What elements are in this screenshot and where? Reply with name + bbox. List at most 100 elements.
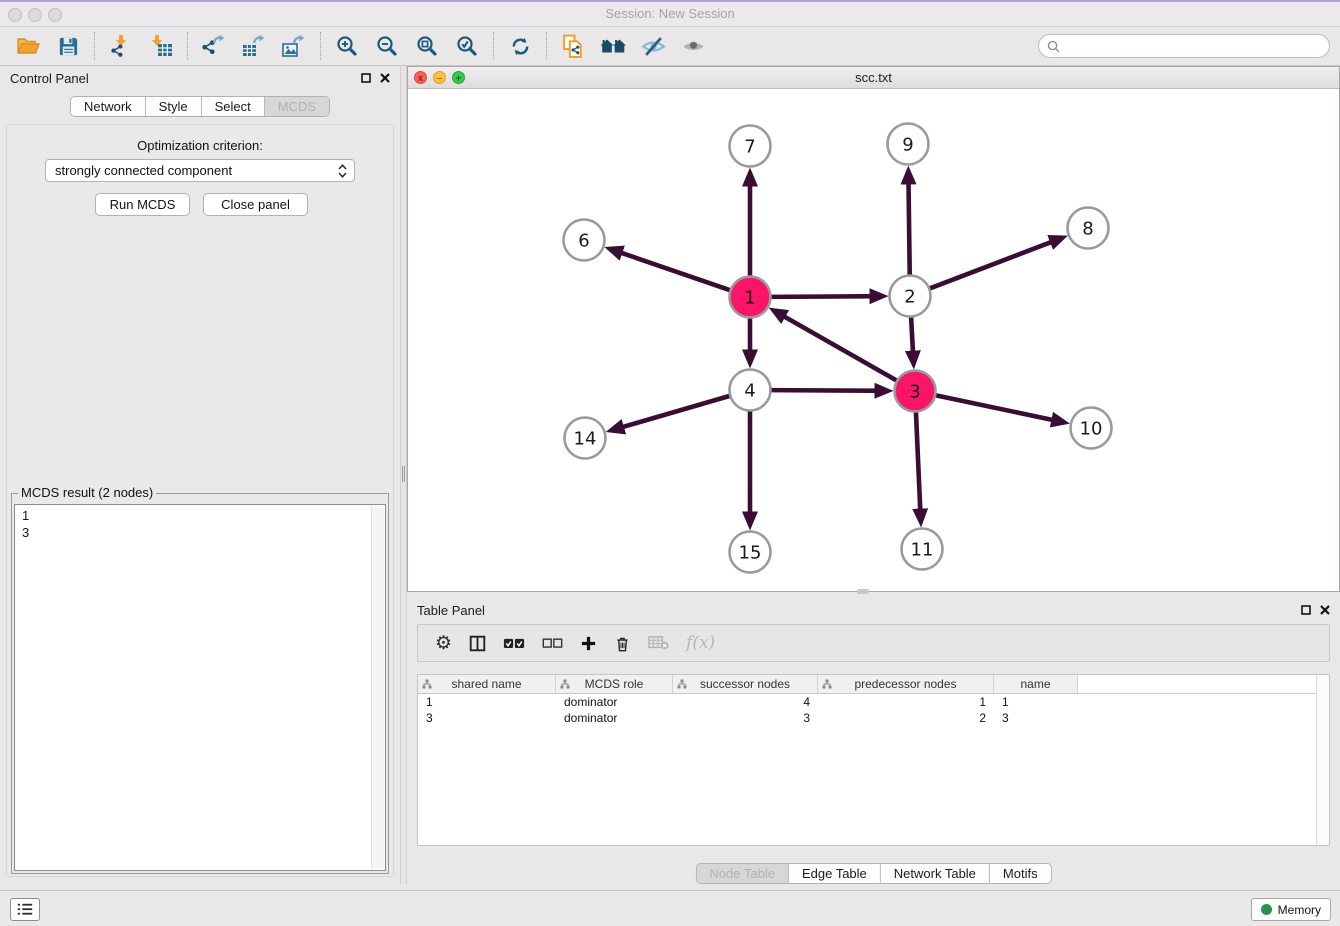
graph-node-4[interactable]: 4 — [730, 370, 771, 411]
optimization-criterion-select[interactable]: strongly connected component — [45, 159, 355, 182]
graph-node-6[interactable]: 6 — [564, 220, 605, 261]
export-image-button[interactable] — [274, 30, 314, 62]
node-table: shared name MCDS role successor nodes pr… — [417, 674, 1330, 846]
graph-edge-2-9[interactable] — [908, 171, 909, 274]
graph-edge-3-10[interactable] — [936, 395, 1064, 422]
table-row[interactable]: 3dominator323 — [418, 710, 1329, 726]
graph-edge-4-3[interactable] — [771, 390, 887, 391]
memory-button[interactable]: Memory — [1251, 898, 1331, 921]
run-mcds-button[interactable]: Run MCDS — [95, 193, 190, 216]
horizontal-splitter-handle[interactable] — [857, 589, 869, 594]
graph-edge-1-2[interactable] — [771, 296, 882, 297]
close-table-panel-icon[interactable] — [1320, 605, 1330, 615]
zoom-fit-button[interactable] — [407, 30, 447, 62]
delete-row-button[interactable] — [614, 635, 631, 652]
column-header-mcds-role[interactable]: MCDS role — [556, 675, 673, 693]
tab-motifs[interactable]: Motifs — [990, 864, 1051, 883]
graph-edge-4-14[interactable] — [611, 396, 729, 430]
search-icon — [1047, 40, 1060, 53]
graph-edge-2-8[interactable] — [930, 238, 1062, 289]
tab-node-table[interactable]: Node Table — [696, 864, 789, 883]
apply-function-button[interactable]: f(x) — [686, 633, 715, 653]
network-minimize-button[interactable]: – — [433, 71, 446, 84]
show-columns-button[interactable] — [469, 635, 486, 652]
deselect-all-button[interactable] — [542, 637, 563, 649]
status-bar: Memory — [0, 890, 1340, 926]
result-scrollbar[interactable] — [371, 506, 384, 869]
save-floppy-icon — [57, 35, 80, 58]
export-network-icon — [202, 34, 226, 58]
window-minimize-button[interactable] — [28, 8, 42, 22]
window-close-button[interactable] — [8, 8, 22, 22]
graph-node-1[interactable]: 1 — [730, 277, 771, 318]
graph-node-8[interactable]: 8 — [1068, 208, 1109, 249]
table-tabs: Node Table Edge Table Network Table Moti… — [695, 863, 1051, 884]
clone-network-button[interactable] — [553, 30, 593, 62]
graph-edge-3-11[interactable] — [916, 412, 921, 521]
close-panel-icon[interactable] — [380, 73, 390, 83]
table-settings-button[interactable]: ⚙ — [435, 634, 452, 653]
vertical-splitter[interactable] — [400, 66, 407, 884]
open-session-button[interactable] — [8, 30, 48, 62]
table-rows: 1dominator4113dominator323 — [418, 694, 1329, 726]
column-tree-icon — [560, 679, 570, 689]
table-scrollbar[interactable] — [1316, 675, 1329, 845]
tab-edge-table[interactable]: Edge Table — [789, 864, 881, 883]
home-view-button[interactable] — [593, 30, 633, 62]
export-network-button[interactable] — [194, 30, 234, 62]
search-input[interactable] — [1060, 36, 1329, 56]
network-maximize-button[interactable]: + — [452, 71, 465, 84]
graph-node-14[interactable]: 14 — [565, 418, 606, 459]
column-header-shared-name[interactable]: shared name — [418, 675, 556, 693]
task-history-button[interactable] — [10, 898, 40, 921]
import-table-button[interactable] — [141, 30, 181, 62]
zoom-out-button[interactable] — [367, 30, 407, 62]
delete-table-button[interactable] — [648, 635, 669, 650]
tab-select[interactable]: Select — [202, 97, 265, 116]
table-row[interactable]: 1dominator411 — [418, 694, 1329, 710]
graph-node-3[interactable]: 3 — [895, 371, 936, 412]
zoom-selected-button[interactable] — [447, 30, 487, 62]
close-panel-button[interactable]: Close panel — [203, 193, 308, 216]
graph-node-2[interactable]: 2 — [890, 276, 931, 317]
search-field[interactable] — [1038, 34, 1330, 58]
float-table-panel-icon[interactable] — [1301, 605, 1311, 615]
graph-node-10[interactable]: 10 — [1071, 408, 1112, 449]
graph-edge-1-6[interactable] — [610, 249, 730, 290]
refresh-layout-button[interactable] — [500, 30, 540, 62]
export-table-button[interactable] — [234, 30, 274, 62]
tab-network-table[interactable]: Network Table — [881, 864, 990, 883]
zoom-in-button[interactable] — [327, 30, 367, 62]
network-canvas[interactable]: 7 9 6 8 1 2 4 3 14 10 15 11 — [408, 89, 1339, 591]
window-zoom-button[interactable] — [48, 8, 62, 22]
save-session-button[interactable] — [48, 30, 88, 62]
tab-style[interactable]: Style — [146, 97, 202, 116]
hide-selected-button[interactable] — [633, 30, 673, 62]
graph-edge-3-1[interactable] — [774, 311, 896, 381]
column-header-predecessor-nodes[interactable]: predecessor nodes — [818, 675, 994, 693]
graph-edge-2-3[interactable] — [911, 317, 913, 363]
network-window-titlebar[interactable]: x – + scc.txt — [408, 67, 1339, 89]
column-header-name[interactable]: name — [994, 675, 1078, 693]
import-network-button[interactable] — [101, 30, 141, 62]
graph-node-11[interactable]: 11 — [902, 529, 943, 570]
table-cell: 2 — [818, 710, 994, 726]
mcds-result-box[interactable]: 1 3 — [14, 504, 386, 871]
table-cell: 3 — [418, 710, 556, 726]
network-close-button[interactable]: x — [414, 71, 427, 84]
tab-mcds[interactable]: MCDS — [265, 97, 329, 116]
graph-node-7[interactable]: 7 — [730, 126, 771, 167]
add-row-button[interactable] — [580, 635, 597, 652]
table-cell: dominator — [556, 710, 673, 726]
show-all-button[interactable] — [673, 30, 713, 62]
graph-node-15[interactable]: 15 — [730, 532, 771, 573]
svg-text:14: 14 — [574, 429, 597, 450]
splitter-handle[interactable] — [402, 466, 405, 482]
column-label: name — [1020, 677, 1050, 691]
select-all-button[interactable] — [503, 637, 525, 650]
graph-node-9[interactable]: 9 — [888, 124, 929, 165]
table-cell: 1 — [818, 694, 994, 710]
float-panel-icon[interactable] — [361, 73, 371, 83]
tab-network[interactable]: Network — [71, 97, 146, 116]
column-header-successor-nodes[interactable]: successor nodes — [673, 675, 818, 693]
